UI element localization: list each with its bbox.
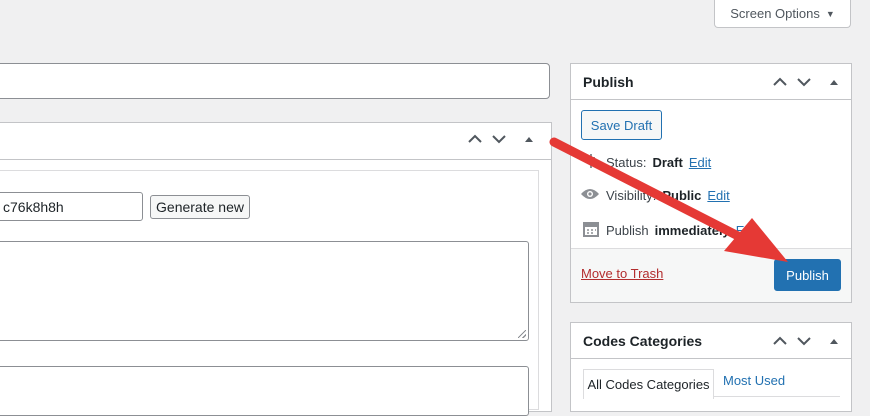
publish-time-row: Publish immediately Edit	[582, 220, 758, 241]
categories-title: Codes Categories	[583, 332, 703, 349]
tab-divider	[714, 396, 840, 397]
metabox-controls	[468, 134, 534, 144]
status-row: Status: Draft Edit	[582, 153, 711, 172]
publish-controls	[773, 77, 839, 87]
chevron-up-icon[interactable]	[468, 134, 482, 144]
chevron-up-icon[interactable]	[773, 336, 787, 346]
visibility-label: Visibility:	[606, 188, 657, 203]
toggle-panel-icon[interactable]	[829, 337, 839, 345]
chevron-down-icon[interactable]	[797, 77, 811, 87]
visibility-row: Visibility: Public Edit	[580, 187, 730, 204]
calendar-icon	[582, 220, 600, 241]
generate-new-button[interactable]: Generate new	[150, 195, 250, 219]
tab-most-used[interactable]: Most Used	[723, 373, 785, 388]
publish-time-edit-link[interactable]: Edit	[736, 223, 758, 238]
resize-handle-icon[interactable]	[518, 330, 526, 338]
caret-down-icon: ▼	[825, 8, 835, 19]
secondary-textarea[interactable]	[0, 366, 529, 416]
status-label: Status:	[606, 155, 647, 170]
categories-header: Codes Categories	[571, 323, 851, 359]
code-input-value: c76k8h8h	[3, 198, 64, 215]
screen-options-label: Screen Options	[730, 6, 820, 21]
code-metabox-header	[0, 122, 552, 160]
visibility-edit-link[interactable]: Edit	[707, 188, 729, 203]
visibility-value: Public	[662, 188, 702, 203]
publish-header: Publish	[571, 64, 851, 100]
eye-icon	[580, 187, 600, 204]
toggle-panel-icon[interactable]	[829, 78, 839, 86]
publish-time-label: Publish	[606, 223, 649, 238]
save-draft-button[interactable]: Save Draft	[581, 110, 662, 140]
publish-button-label: Publish	[786, 267, 829, 283]
toggle-panel-icon[interactable]	[524, 135, 534, 143]
publish-button[interactable]: Publish	[774, 259, 841, 291]
tab-all-codes-categories[interactable]: All Codes Categories	[583, 369, 714, 399]
status-edit-link[interactable]: Edit	[689, 155, 711, 170]
move-to-trash-link[interactable]: Move to Trash	[581, 266, 663, 281]
code-input[interactable]: c76k8h8h	[0, 192, 143, 221]
save-draft-label: Save Draft	[590, 117, 653, 133]
status-value: Draft	[652, 155, 683, 170]
screen-options-button[interactable]: Screen Options ▼	[714, 0, 851, 28]
categories-controls	[773, 336, 839, 346]
chevron-down-icon[interactable]	[492, 134, 506, 144]
pin-icon	[582, 153, 600, 172]
post-title-input[interactable]	[0, 63, 550, 99]
generate-new-label: Generate new	[156, 199, 244, 215]
chevron-down-icon[interactable]	[797, 336, 811, 346]
chevron-up-icon[interactable]	[773, 77, 787, 87]
publish-title: Publish	[583, 73, 634, 90]
publish-time-value: immediately	[654, 223, 730, 238]
code-textarea[interactable]	[0, 241, 529, 341]
